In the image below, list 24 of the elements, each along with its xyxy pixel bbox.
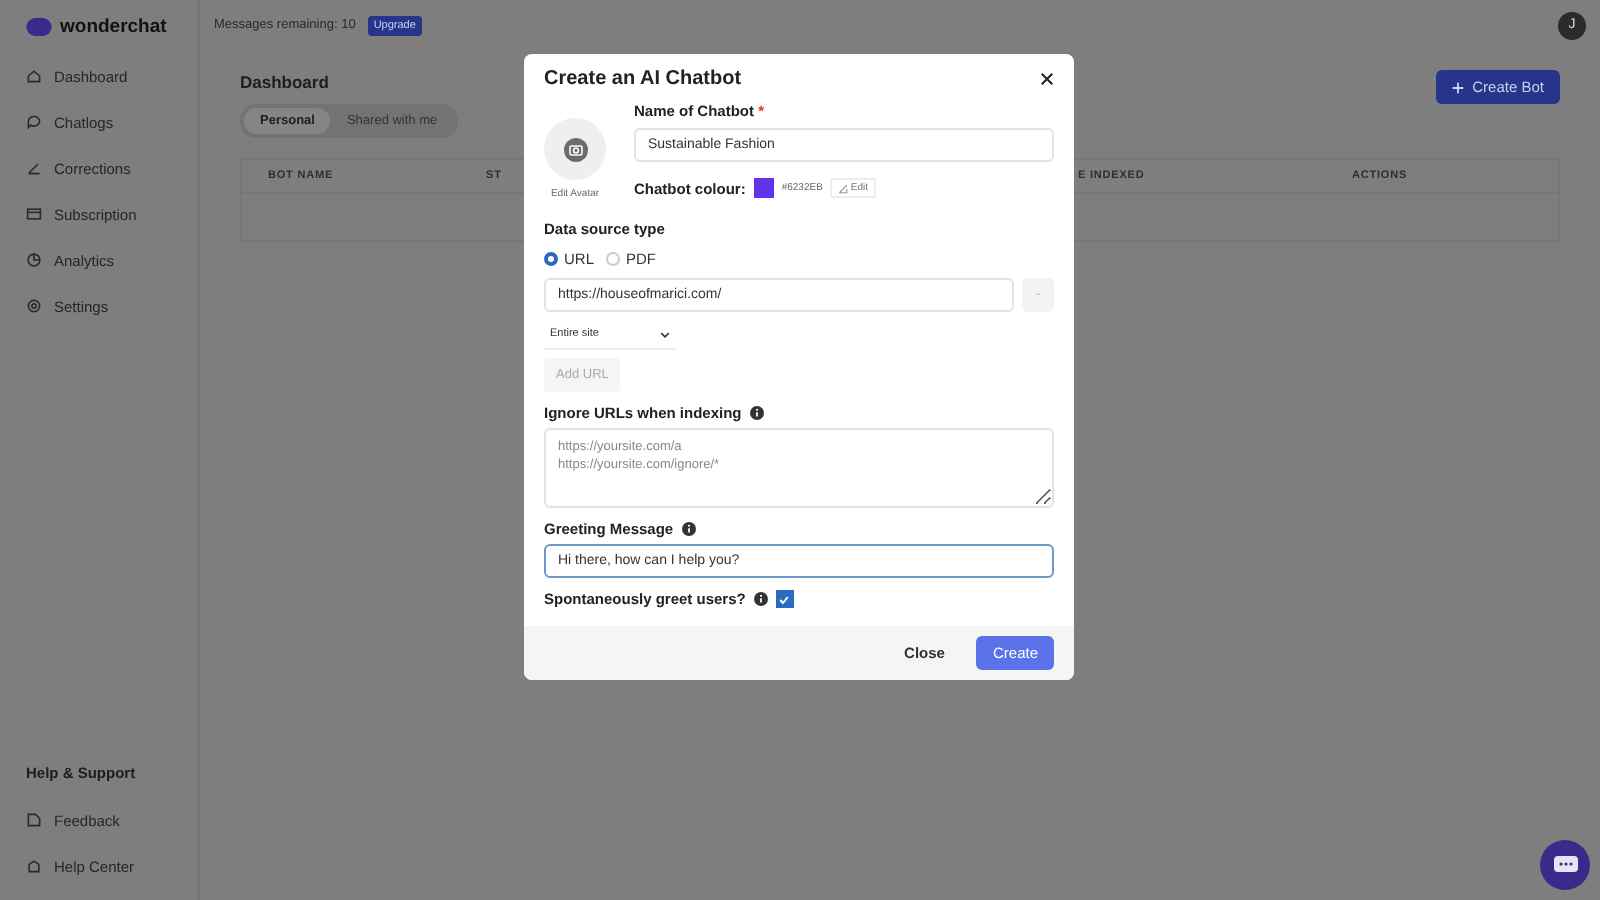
camera-icon	[563, 137, 587, 161]
checkbox[interactable]	[775, 590, 794, 608]
chat-bubble-icon	[1553, 855, 1577, 875]
settings-icon	[26, 298, 42, 314]
pencil-icon	[838, 183, 849, 193]
chevron-down-icon	[660, 329, 670, 339]
info-icon	[753, 592, 768, 606]
logo-icon	[26, 18, 52, 36]
home-icon	[26, 68, 42, 84]
plus-icon	[1452, 81, 1465, 93]
info-icon	[749, 406, 764, 420]
pen-icon	[26, 160, 42, 176]
chat-launcher-button[interactable]	[1540, 840, 1590, 890]
colour-swatch[interactable]	[753, 178, 774, 198]
logo-text: wonderchat	[60, 16, 167, 38]
page-title: Dashboard	[240, 72, 331, 92]
note-icon	[26, 812, 42, 828]
pie-chart-icon	[26, 252, 42, 268]
info-icon	[681, 522, 696, 536]
avatar-placeholder[interactable]	[544, 118, 606, 180]
dialog-title: Create an AI Chatbot	[544, 68, 742, 90]
close-icon[interactable]	[1036, 68, 1058, 90]
speech-bubble-icon	[26, 114, 42, 130]
card-icon	[26, 206, 42, 222]
